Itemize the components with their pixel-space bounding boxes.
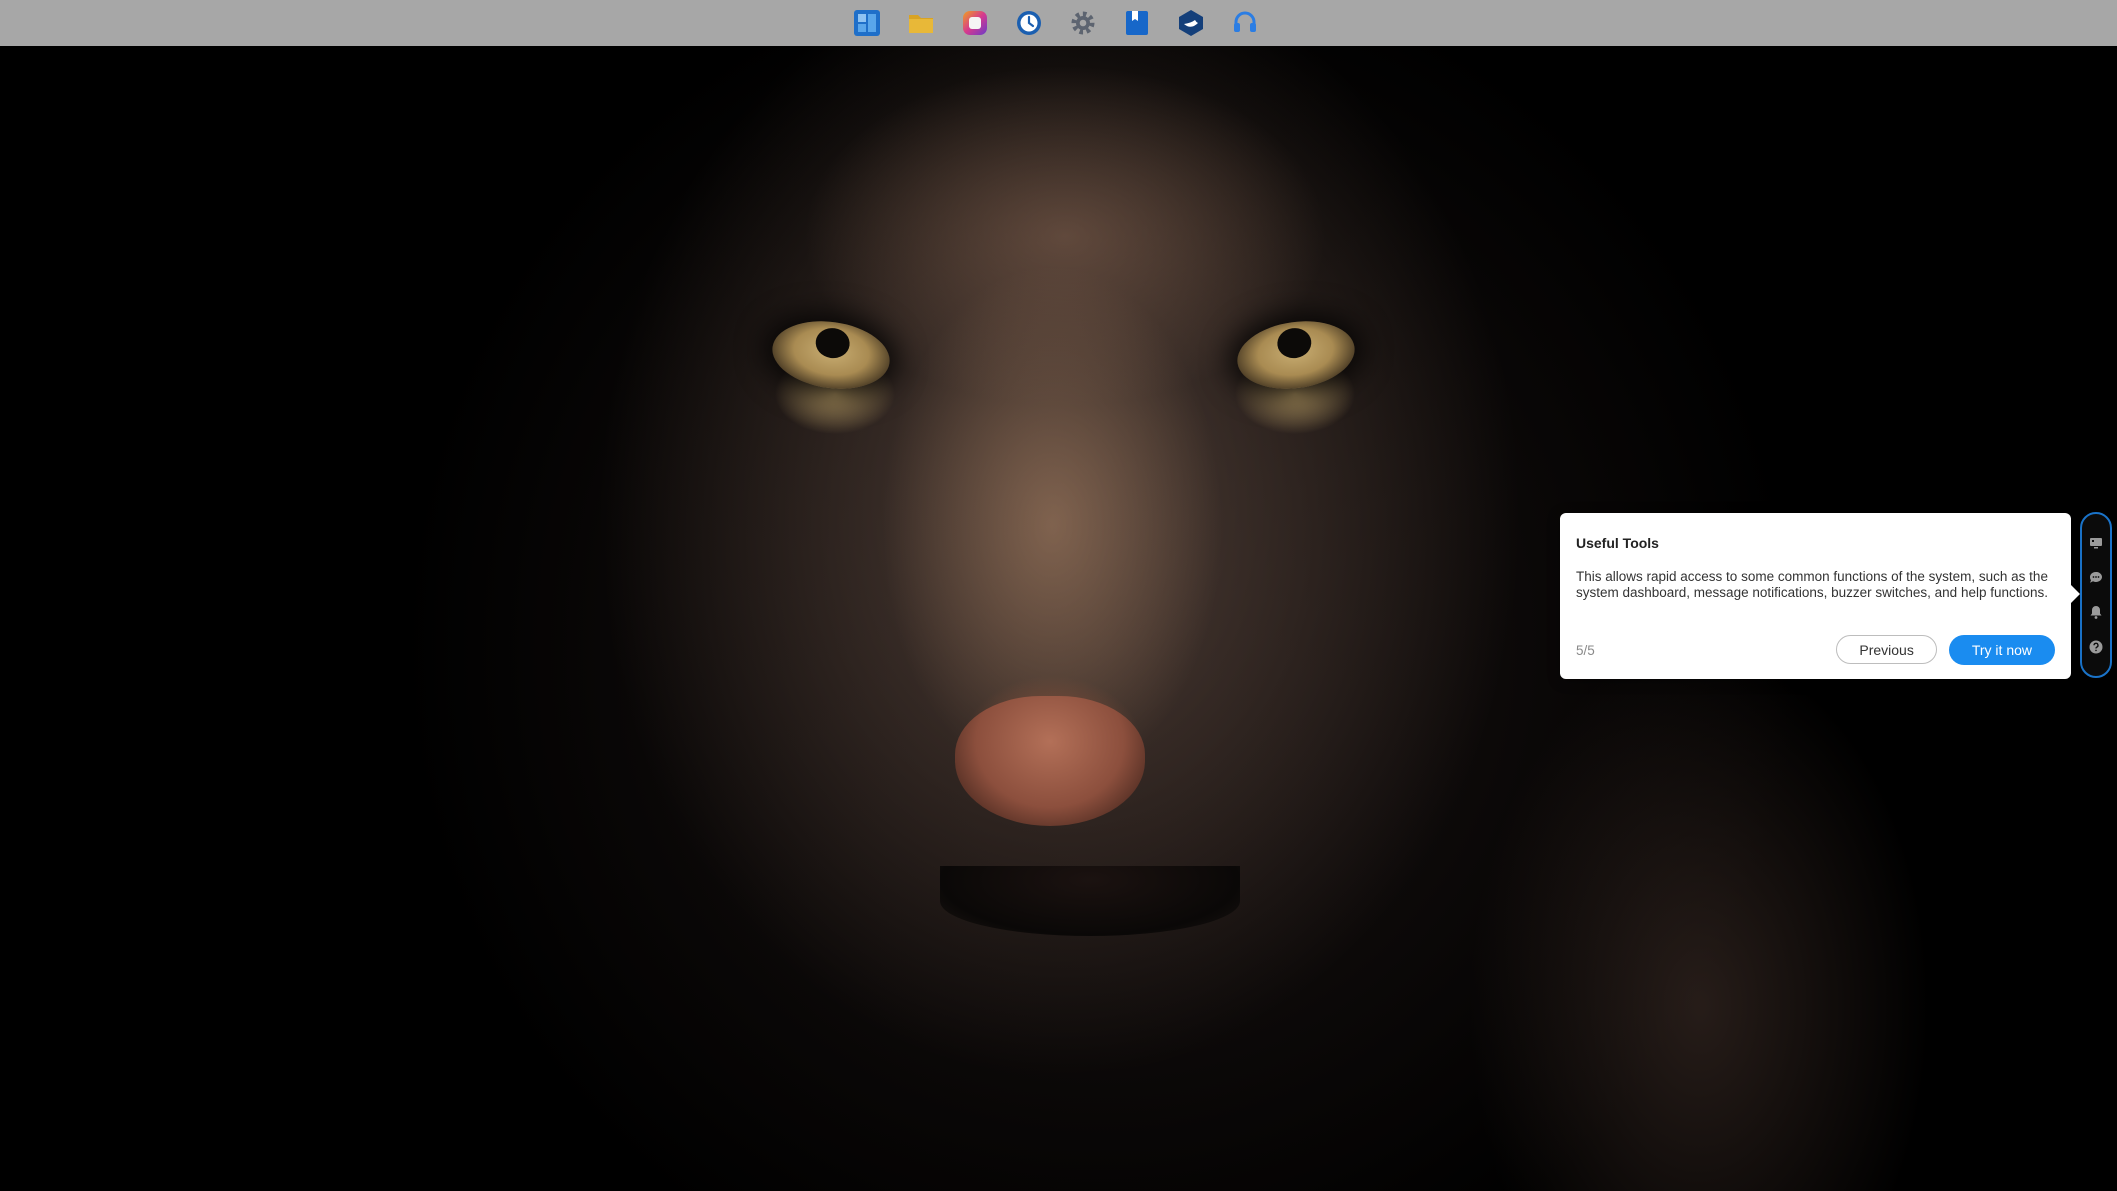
- taskbar: [0, 0, 2117, 46]
- bookmark-app-icon[interactable]: [1122, 8, 1152, 38]
- monitor-dashboard-icon[interactable]: [2088, 535, 2104, 551]
- try-it-now-button[interactable]: Try it now: [1948, 635, 2055, 665]
- guide-buttons: Previous Try it now: [1836, 635, 2055, 665]
- bell-notification-icon[interactable]: [2088, 604, 2104, 620]
- guide-step-counter: 5/5: [1576, 642, 1595, 658]
- dashboard-grid-icon[interactable]: [852, 8, 882, 38]
- wallpaper-nose: [955, 696, 1145, 826]
- desktop: Useful Tools This allows rapid access to…: [0, 0, 2117, 1191]
- useful-tools-strip: [2080, 512, 2112, 678]
- gear-settings-icon[interactable]: [1068, 8, 1098, 38]
- help-question-icon[interactable]: [2088, 639, 2104, 655]
- guide-popup-useful-tools: Useful Tools This allows rapid access to…: [1560, 513, 2080, 679]
- taskbar-apps: [852, 8, 1260, 38]
- folder-icon[interactable]: [906, 8, 936, 38]
- chat-message-icon[interactable]: [2088, 570, 2104, 586]
- previous-button[interactable]: Previous: [1836, 635, 1937, 664]
- docker-container-icon[interactable]: [1176, 8, 1206, 38]
- wallpaper-left-eye: [767, 314, 895, 396]
- guide-footer: 5/5 Previous Try it now: [1576, 635, 2055, 665]
- headset-support-icon[interactable]: [1230, 8, 1260, 38]
- photos-app-icon[interactable]: [960, 8, 990, 38]
- wallpaper-right-eye: [1232, 314, 1360, 396]
- guide-title: Useful Tools: [1576, 535, 1659, 551]
- guide-description: This allows rapid access to some common …: [1576, 569, 2048, 600]
- wallpaper-mouth: [940, 866, 1240, 936]
- clock-backup-icon[interactable]: [1014, 8, 1044, 38]
